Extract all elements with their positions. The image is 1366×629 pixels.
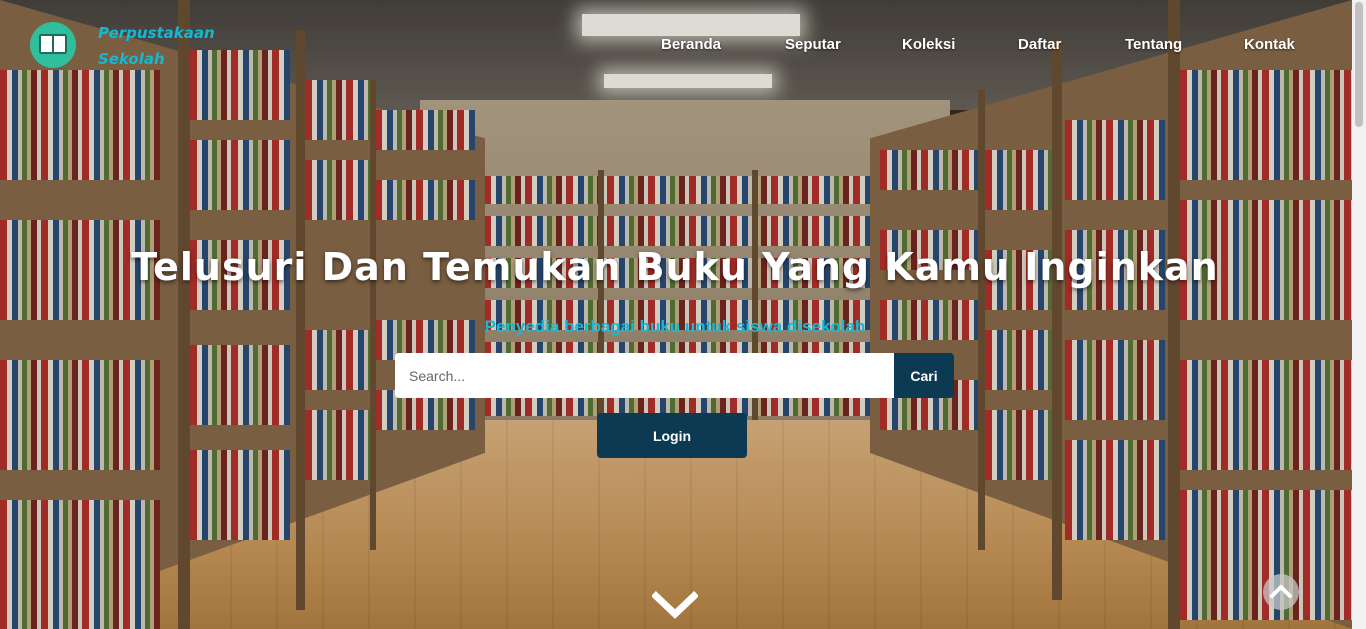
page-scrollbar[interactable] [1352,0,1366,629]
chevron-up-icon [1270,585,1292,598]
hero-title: Telusuri Dan Temukan Buku Yang Kamu Ingi… [131,245,1219,289]
nav-koleksi[interactable]: Koleksi [902,36,955,53]
login-button[interactable]: Login [597,413,747,458]
search-button[interactable]: Cari [894,353,954,398]
nav-tentang[interactable]: Tentang [1125,36,1182,53]
nav-beranda[interactable]: Beranda [661,36,721,53]
back-to-top-button[interactable] [1263,574,1299,610]
main-nav: Beranda Seputar Koleksi Daftar Tentang K… [0,36,1366,56]
nav-seputar[interactable]: Seputar [785,36,841,53]
search-input[interactable] [395,353,894,398]
library-background [0,0,1366,629]
nav-daftar[interactable]: Daftar [1018,36,1061,53]
scrollbar-thumb[interactable] [1355,2,1363,127]
search-form: Cari [395,353,954,398]
hero-subtitle: Penyedia berbagai buku untuk siswa disek… [484,317,866,336]
chevron-down-icon[interactable] [652,588,698,622]
nav-kontak[interactable]: Kontak [1244,36,1295,53]
